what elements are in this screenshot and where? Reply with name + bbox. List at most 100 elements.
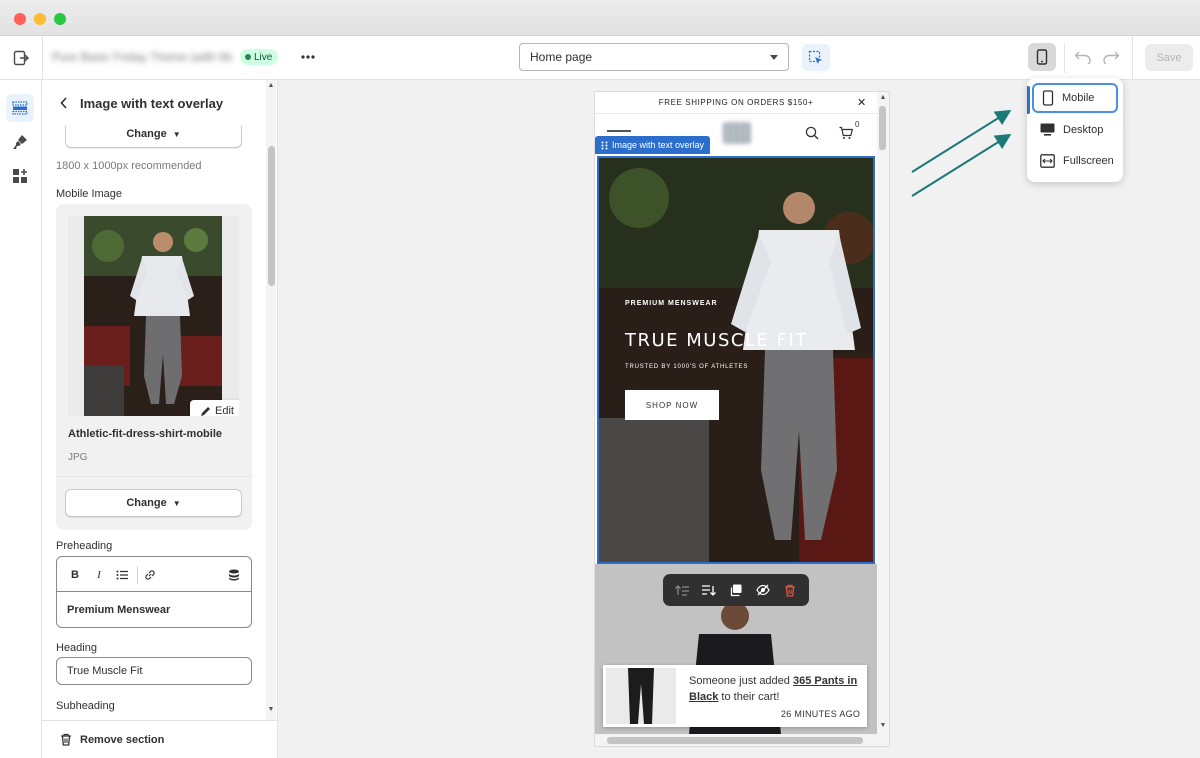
page-selector[interactable]: Home page <box>519 43 789 71</box>
rich-text-toolbar: B I <box>57 557 251 592</box>
panel-header: Image with text overlay <box>42 80 264 126</box>
menu-item-label: Desktop <box>1063 124 1104 136</box>
theme-name: Pure Basic Friday Theme (with MAIN) <box>52 50 232 64</box>
close-window-button[interactable] <box>14 13 26 25</box>
menu-icon[interactable] <box>607 130 631 132</box>
fullscreen-icon <box>1040 154 1055 168</box>
image-type: JPG <box>68 452 88 463</box>
device-preview-button[interactable] <box>1028 43 1056 71</box>
menu-item-label: Fullscreen <box>1063 155 1114 167</box>
cart-count: 0 <box>855 120 860 129</box>
caret-down-icon: ▼ <box>172 498 181 508</box>
hero-preheading: PREMIUM MENSWEAR <box>625 300 718 307</box>
undo-button[interactable] <box>1072 46 1094 68</box>
model-photo-image <box>68 216 239 416</box>
annotation-arrows <box>911 109 1012 197</box>
italic-button[interactable]: I <box>90 566 108 584</box>
maximize-window-button[interactable] <box>54 13 66 25</box>
scroll-down-arrow[interactable]: ▼ <box>879 722 887 729</box>
more-actions-button[interactable] <box>296 46 320 68</box>
hero-subheading: TRUSTED BY 1000'S OF ATHLETES <box>625 364 749 370</box>
store-logo[interactable] <box>723 122 751 144</box>
scroll-down-arrow[interactable]: ▼ <box>267 706 275 713</box>
save-button[interactable]: Save <box>1145 44 1193 71</box>
menu-item-fullscreen[interactable]: Fullscreen <box>1032 146 1118 176</box>
panel-scroll-area[interactable]: Change ▼ 1800 x 1000px recommended Mobil… <box>42 126 264 714</box>
divider <box>1064 43 1065 73</box>
inspect-cursor-icon <box>808 50 822 64</box>
preheading-editor[interactable]: B I Premium Menswear <box>56 556 252 628</box>
remove-section-label: Remove section <box>80 733 165 746</box>
mobile-image-label: Mobile Image <box>56 188 123 200</box>
panel-scroll-thumb[interactable] <box>268 146 275 286</box>
bullet-list-icon <box>116 570 128 580</box>
editor-top-bar: Pure Basic Friday Theme (with MAIN) Live… <box>0 36 1200 80</box>
bold-button[interactable]: B <box>66 566 84 584</box>
desktop-icon <box>1040 123 1055 136</box>
duplicate-button[interactable] <box>726 580 746 600</box>
preview-scrollbar[interactable]: ▲ ▼ <box>877 92 889 746</box>
close-icon[interactable]: ✕ <box>857 96 867 109</box>
hide-section-button[interactable] <box>753 580 773 600</box>
mobile-preview-frame: FREE SHIPPING ON ORDERS $150+ ✕ 0 Image … <box>594 91 890 747</box>
inspector-toggle-button[interactable] <box>802 44 830 71</box>
trash-icon <box>784 584 795 597</box>
change-label: Change <box>126 128 167 140</box>
edit-label: Edit <box>215 405 234 416</box>
announcement-bar[interactable]: FREE SHIPPING ON ORDERS $150+ ✕ <box>595 92 877 114</box>
change-mobile-image-button[interactable]: Change ▼ <box>65 489 242 517</box>
change-desktop-image-button[interactable]: Change ▼ <box>65 126 242 148</box>
sections-rail-button[interactable] <box>6 94 34 122</box>
preview-horizontal-thumb[interactable] <box>607 737 863 744</box>
recent-purchase-popup[interactable]: Someone just added 365 Pants in Black to… <box>603 665 867 727</box>
apps-rail-button[interactable] <box>6 162 34 190</box>
pants-photo-image <box>606 668 676 724</box>
eye-off-icon <box>756 584 770 596</box>
divider <box>42 36 43 80</box>
theme-settings-rail-button[interactable] <box>6 128 34 156</box>
image-with-text-overlay-section[interactable]: PREMIUM MENSWEAR TRUE MUSCLE FIT TRUSTED… <box>597 156 875 564</box>
panel-title: Image with text overlay <box>80 95 224 111</box>
divider <box>1132 36 1133 80</box>
popup-message: Someone just added 365 Pants in Black to… <box>689 673 861 705</box>
mobile-image-card: Edit Athletic-fit-dress-shirt-mobile JPG… <box>56 204 252 530</box>
live-label: Live <box>254 51 273 63</box>
live-dot-icon <box>245 54 251 60</box>
scroll-up-arrow[interactable]: ▲ <box>267 82 275 89</box>
page-selector-value: Home page <box>530 50 593 64</box>
menu-item-desktop[interactable]: Desktop <box>1032 115 1118 145</box>
move-down-button[interactable] <box>699 580 719 600</box>
heading-input-value: True Muscle Fit <box>67 665 143 677</box>
menu-item-label: Mobile <box>1062 92 1095 104</box>
link-button[interactable] <box>141 566 159 584</box>
minimize-window-button[interactable] <box>34 13 46 25</box>
popup-text-suffix: to their cart! <box>718 691 780 703</box>
exit-editor-button[interactable] <box>8 44 34 72</box>
list-button[interactable] <box>113 566 131 584</box>
panel-scrollbar[interactable]: ▲ ▼ <box>266 80 276 720</box>
edit-image-button[interactable]: Edit <box>190 400 239 416</box>
preview-horizontal-scrollbar[interactable] <box>595 734 877 746</box>
sections-icon <box>12 101 28 115</box>
subheading-label: Subheading <box>56 700 115 712</box>
preview-scroll-thumb[interactable] <box>879 106 886 150</box>
move-up-icon <box>675 585 690 596</box>
cart-icon[interactable] <box>839 126 853 140</box>
back-button[interactable] <box>52 91 76 115</box>
search-icon[interactable] <box>805 126 819 140</box>
scroll-up-arrow[interactable]: ▲ <box>879 94 887 101</box>
exit-icon <box>13 50 29 66</box>
heading-input[interactable]: True Muscle Fit <box>56 657 252 685</box>
menu-item-mobile[interactable]: Mobile <box>1032 83 1118 113</box>
redo-button[interactable] <box>1100 46 1122 68</box>
shop-now-button[interactable]: SHOP NOW <box>625 390 719 420</box>
mobile-image-thumbnail[interactable]: Edit <box>68 216 239 416</box>
selected-section-tag[interactable]: Image with text overlay <box>595 136 711 154</box>
delete-section-button[interactable] <box>780 580 800 600</box>
editor-rail <box>0 80 42 758</box>
caret-down-icon <box>770 54 778 60</box>
remove-section-button[interactable]: Remove section <box>60 733 164 746</box>
dynamic-source-button[interactable] <box>225 566 243 584</box>
chevron-left-icon <box>60 97 67 109</box>
move-up-button[interactable] <box>672 580 692 600</box>
